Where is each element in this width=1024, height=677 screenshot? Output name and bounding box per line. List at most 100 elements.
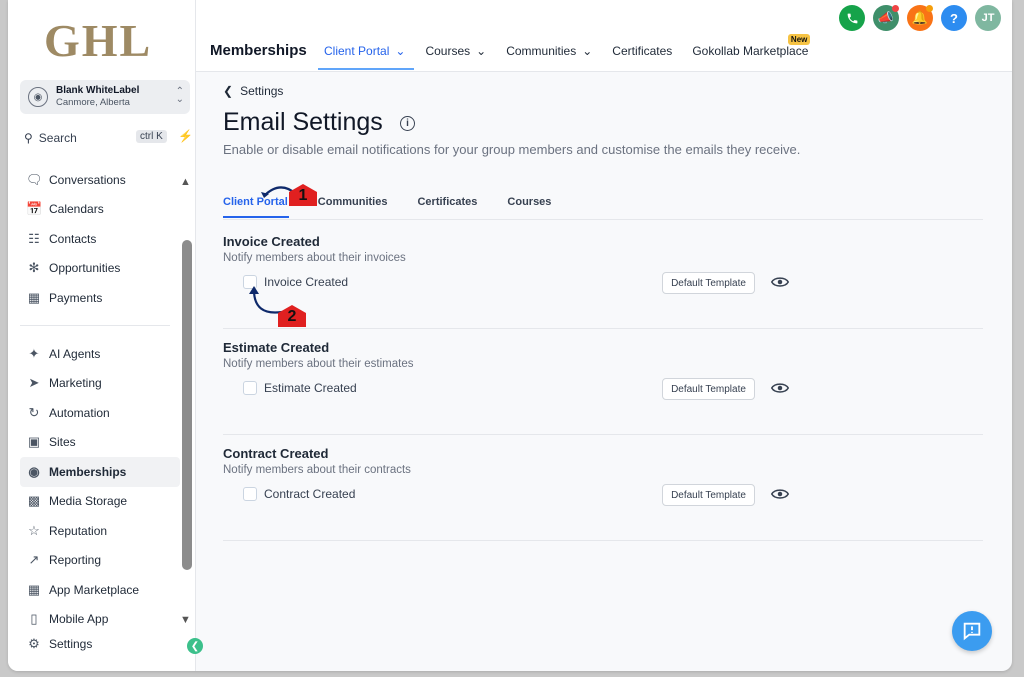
sidebar-item-payments[interactable]: ▦ Payments [20,283,180,313]
image-icon: ▩ [27,493,41,509]
sidebar-item-opportunities[interactable]: ✻ Opportunities [20,254,180,284]
tab-certificates[interactable]: Certificates [417,196,477,208]
notification-checkbox[interactable] [243,381,257,395]
email-section: Invoice Created Notify members about thei… [223,234,983,330]
sidebar-nav-group-2: ✦ AI Agents ➤ Marketing ↻ Automation ▣ Sites ◉ Me… [20,339,180,634]
sidebar-item-label: Marketing [49,376,102,391]
sidebar-item-label: Opportunities [49,261,121,276]
marker-number: 2 [287,308,297,325]
sidebar-item-ai-agents[interactable]: ✦ AI Agents [20,339,180,369]
question-icon: ? [950,10,958,26]
header-actions: 📣 🔔 ? JT [839,5,1009,31]
grid-icon: ▦ [27,581,41,597]
support-chat-button[interactable] [952,611,992,651]
sidebar-item-contacts[interactable]: ☷ Contacts [20,224,180,254]
account-name: Blank WhiteLabel [56,85,140,96]
sidebar-item-reporting[interactable]: ↗ Reporting [20,546,180,576]
bolt-icon[interactable]: ⚡ [178,129,193,143]
default-template-button[interactable]: Default Template [662,484,755,506]
calendar-icon: 📅 [26,201,43,217]
notification-checkbox[interactable] [243,487,257,501]
tab-courses[interactable]: Courses [507,196,551,208]
app-window: GHL ◉ Blank WhiteLabel Canmore, Alberta … [8,0,1012,671]
tab-label: Gokollab Marketplace [692,44,809,58]
collapse-sidebar-button[interactable]: ❮ [187,638,203,654]
bell-icon: 🔔 [911,10,929,25]
account-switcher[interactable]: ◉ Blank WhiteLabel Canmore, Alberta ⌃ ⌄ [20,80,190,114]
eye-icon[interactable] [771,275,789,289]
tab-certificates[interactable]: Certificates [612,44,672,58]
section-title: Estimate Created [223,340,330,355]
sidebar-item-calendars[interactable]: 📅 Calendars [20,195,180,225]
gear-icon: ⚙ [28,635,40,651]
sidebar-item-label: Calendars [49,202,104,217]
sidebar-item-settings[interactable]: ⚙ Settings [20,629,180,659]
account-location: Canmore, Alberta [56,97,130,108]
section-title: Contract Created [223,446,329,461]
sidebar-nav-settings: ⚙ Settings [20,629,180,659]
chevron-down-icon: ⌄ [395,44,406,58]
help-button[interactable]: ? [941,5,967,31]
checkbox-label[interactable]: Contract Created [264,487,355,501]
user-avatar[interactable]: JT [975,5,1001,31]
email-section: Estimate Created Notify members about the… [223,340,983,436]
tab-courses[interactable]: Courses ⌄ [425,44,486,58]
scroll-up-arrow-icon[interactable]: ▲ [180,176,191,188]
tab-label: Communities [506,44,577,58]
sidebar-item-reputation[interactable]: ☆ Reputation [20,516,180,546]
sparkle-icon: ✦ [28,345,40,361]
tab-communities[interactable]: Communities ⌄ [506,44,592,58]
sidebar-item-memberships[interactable]: ◉ Memberships [20,457,180,487]
default-template-button[interactable]: Default Template [662,272,755,294]
tab-gokollab-marketplace[interactable]: Gokollab Marketplace New [692,34,811,58]
eye-icon[interactable] [771,487,789,501]
info-icon[interactable]: i [400,116,415,131]
sidebar-item-conversations[interactable]: 🗨 Conversations [20,165,180,195]
announcements-button[interactable]: 📣 [873,5,899,31]
chevron-down-icon: ⌄ [476,44,487,58]
top-header: Memberships Client Portal ⌄ Courses ⌄ Commun… [196,0,1012,72]
annotation-marker-2: 2 [278,305,306,327]
phone-icon [847,13,857,23]
page-title: Email Settings [223,108,383,136]
sidebar-item-label: Mobile App [49,612,109,627]
sidebar-scrollbar[interactable] [182,240,192,570]
section-divider [223,328,983,329]
sidebar-item-label: App Marketplace [49,582,140,597]
tab-label: Client Portal [324,44,390,58]
trend-icon: ↗ [28,552,40,568]
notifications-button[interactable]: 🔔 [907,5,933,31]
tab-label: Certificates [612,44,673,58]
back-to-settings-link[interactable]: ❮ Settings [223,84,283,98]
search-bar[interactable]: ⚲ Search ctrl K ⚡ [20,128,193,148]
default-template-button[interactable]: Default Template [662,378,755,400]
brand-logo[interactable]: GHL [44,14,152,67]
phone-icon: ▯ [30,611,38,627]
automation-icon: ↻ [28,404,40,420]
active-tab-underline [318,68,414,70]
send-icon: ➤ [28,375,40,391]
sidebar-item-marketing[interactable]: ➤ Marketing [20,369,180,399]
checkbox-label[interactable]: Estimate Created [264,381,357,395]
phone-call-button[interactable] [839,5,865,31]
notification-dot [892,5,899,12]
tab-client-portal[interactable]: Client Portal ⌄ [324,44,405,58]
marker-number: 1 [298,187,308,204]
location-pin-icon: ◉ [28,87,48,107]
sidebar-item-sites[interactable]: ▣ Sites [20,428,180,458]
sidebar-item-label: Memberships [49,464,127,479]
scroll-down-arrow-icon[interactable]: ▼ [180,614,191,626]
sidebar: GHL ◉ Blank WhiteLabel Canmore, Alberta … [8,0,196,671]
contacts-icon: ☷ [28,230,40,246]
sidebar-item-app-marketplace[interactable]: ▦ App Marketplace [20,575,180,605]
sidebar-item-media-storage[interactable]: ▩ Media Storage [20,487,180,517]
tab-communities[interactable]: Communities [318,196,388,208]
sidebar-item-label: Sites [49,435,76,450]
sidebar-item-label: Settings [49,636,93,651]
sidebar-item-automation[interactable]: ↻ Automation [20,398,180,428]
annotation-marker-1: 1 [289,184,317,206]
eye-icon[interactable] [771,381,789,395]
sidebar-item-label: AI Agents [49,346,101,361]
chevron-down-icon: ⌄ [582,44,593,58]
sidebar-item-label: Conversations [49,172,126,187]
